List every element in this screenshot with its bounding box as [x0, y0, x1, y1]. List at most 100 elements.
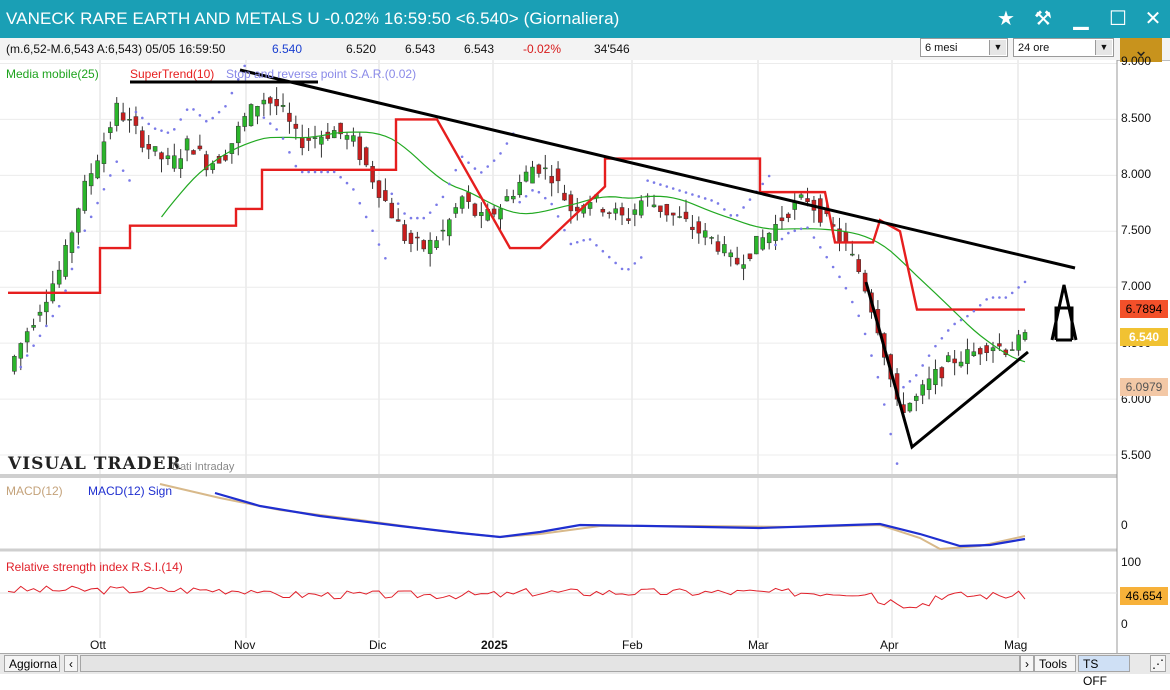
sar-dot: [345, 181, 349, 185]
high-price: 6.543: [405, 42, 436, 56]
sar-dot: [659, 183, 662, 186]
candle-body: [754, 235, 759, 255]
candle-body: [165, 155, 171, 160]
sar-dot: [19, 365, 23, 369]
candle-body: [798, 194, 804, 198]
sar-dot: [505, 142, 509, 145]
sar-dot: [819, 246, 822, 249]
resize-grip-icon[interactable]: ⋰: [1150, 655, 1166, 672]
sar-dot: [825, 255, 829, 259]
candle-body: [210, 163, 215, 170]
candle-body: [664, 204, 670, 216]
sar-dot: [262, 116, 266, 119]
supertrend-price-tag: 6.7894: [1120, 300, 1168, 318]
candle-body: [242, 116, 247, 127]
sar-dot: [25, 354, 29, 357]
sar-dot: [332, 170, 336, 174]
minimize-icon[interactable]: ▁: [1068, 6, 1094, 32]
sar-dot: [601, 249, 605, 253]
sar-dot: [774, 243, 777, 247]
ts-off-button[interactable]: TS OFF: [1078, 655, 1130, 688]
star-icon[interactable]: ★: [993, 6, 1019, 32]
candle-body: [543, 167, 548, 170]
macd-sign-label: MACD(12) Sign: [88, 484, 173, 498]
sar-dot: [294, 164, 298, 168]
sar-dot: [844, 286, 848, 290]
sar-dot: [307, 170, 310, 174]
sar-dot: [198, 114, 202, 117]
candle-body: [191, 150, 196, 155]
candle-body: [223, 154, 228, 161]
x-tick: Ott: [90, 638, 107, 652]
data-source-label: Dati Intraday: [172, 461, 235, 473]
candle-body: [658, 205, 663, 212]
candle-body: [408, 232, 414, 244]
sar-dot: [396, 202, 400, 205]
sar-dot: [934, 344, 937, 348]
candle-body: [722, 244, 727, 254]
candle-body: [965, 349, 970, 364]
candle-body: [773, 224, 778, 241]
period-select-value: 6 mesi: [925, 42, 958, 54]
candle-body: [108, 127, 113, 133]
candle-body: [926, 378, 932, 390]
sar-dot: [780, 237, 784, 241]
sar-dot: [972, 309, 976, 313]
candle-body: [850, 253, 855, 256]
maximize-icon[interactable]: ☐: [1105, 6, 1131, 32]
candle-body: [229, 143, 235, 154]
sar-dot: [51, 314, 55, 318]
rsi-price-tag: 46.654: [1120, 587, 1168, 605]
close-icon[interactable]: ✕: [1140, 6, 1166, 32]
sar-dot: [109, 174, 112, 177]
x-tick: Mar: [748, 638, 769, 652]
y-tick: 7.000: [1121, 279, 1152, 293]
chevron-down-icon[interactable]: ▼: [989, 40, 1006, 55]
sar-dot: [416, 216, 419, 220]
sar-dot: [179, 118, 182, 121]
hammer-icon[interactable]: ⚒: [1030, 6, 1056, 32]
sar-dot: [57, 304, 61, 308]
x-tick: 2025: [481, 638, 508, 652]
sar-dot: [531, 189, 534, 192]
sar-dot: [211, 116, 214, 120]
candle-body: [914, 395, 919, 401]
candle-body: [280, 105, 286, 107]
candle-body: [632, 209, 638, 215]
session-select[interactable]: 24 ore ▼: [1013, 38, 1114, 57]
tools-button[interactable]: Tools: [1034, 655, 1076, 672]
sar-dot: [147, 122, 151, 126]
candle-body: [88, 173, 94, 187]
sar-dot: [799, 227, 803, 231]
chevron-down-icon[interactable]: ▼: [1095, 40, 1112, 55]
sar-dot: [64, 289, 67, 292]
update-button[interactable]: Aggiorna: [4, 655, 60, 672]
period-select[interactable]: 6 mesi ▼: [920, 38, 1008, 57]
sar-dot: [524, 194, 528, 198]
scroll-left-icon[interactable]: ‹: [64, 655, 78, 672]
sar-dot: [288, 151, 291, 154]
sar-dot: [1010, 291, 1014, 295]
candle-body: [434, 240, 439, 248]
sar-dot: [537, 190, 541, 194]
rsi-tick: 100: [1121, 555, 1142, 569]
sar-dot: [902, 385, 905, 389]
sar-dot: [556, 215, 560, 218]
candle-body: [958, 361, 964, 367]
horizontal-scrollbar[interactable]: [80, 655, 1020, 672]
candle-body: [82, 180, 88, 211]
macd-tick: 0: [1121, 518, 1128, 532]
candle-body: [472, 203, 478, 216]
sar-dot: [543, 196, 547, 200]
sar-dot: [953, 322, 956, 326]
candle-body: [319, 136, 324, 145]
candle-body: [267, 97, 273, 104]
sar-dot: [268, 122, 272, 125]
sar-dot: [32, 344, 35, 347]
sar-dot: [486, 165, 490, 168]
candle-body: [31, 325, 36, 328]
scroll-right-icon[interactable]: ›: [1020, 655, 1034, 672]
candle-body: [945, 355, 951, 362]
sar-dot: [1004, 296, 1008, 299]
sar-dot: [569, 242, 573, 246]
